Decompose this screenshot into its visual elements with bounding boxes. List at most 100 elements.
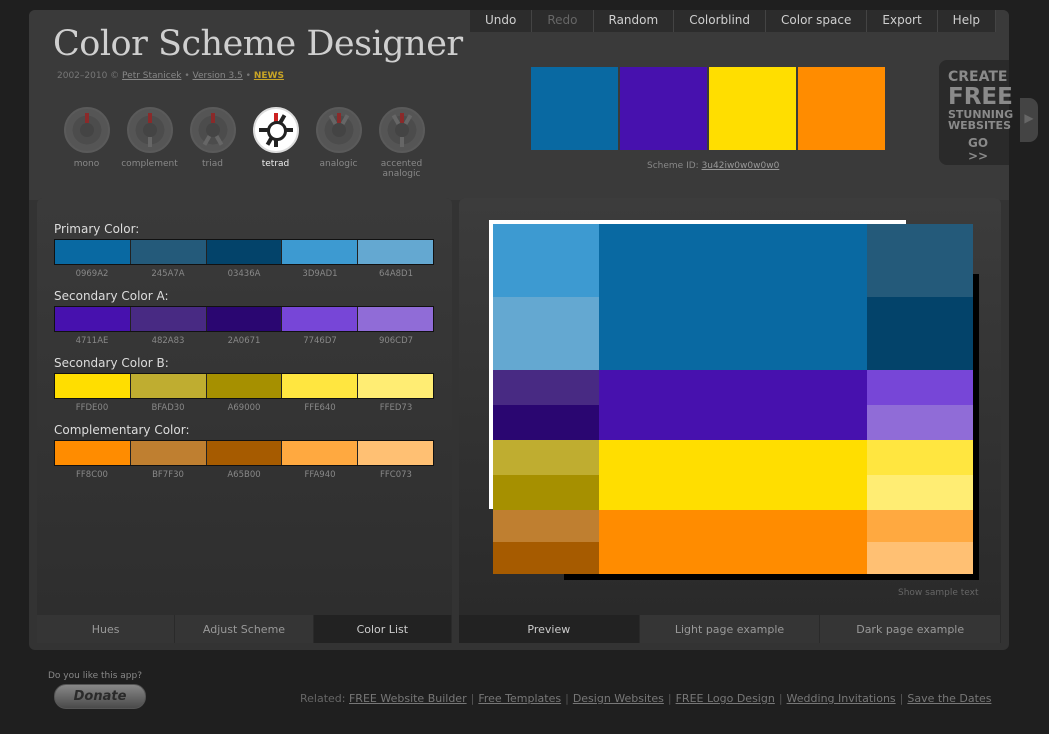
color-hex-code: FFA940 (304, 470, 336, 480)
menu-export[interactable]: Export (867, 10, 938, 32)
scheme-type-mono[interactable]: mono (55, 107, 118, 179)
preview-color-block (867, 224, 973, 297)
scheme-type-label: accented analogic (380, 159, 423, 179)
color-swatch-row (54, 440, 434, 466)
color-swatch[interactable] (358, 441, 433, 465)
preview-panel: Show sample text Preview Light page exam… (459, 198, 1002, 643)
color-list: Primary Color: 0969A2 245A7A 03436A 3D9AD1 64… (37, 198, 452, 615)
color-swatch[interactable] (55, 307, 131, 331)
scheme-type-label: complement (121, 159, 178, 169)
color-swatch[interactable] (130, 374, 207, 398)
color-swatch[interactable] (55, 240, 131, 264)
header-area: Color Scheme Designer 2002–2010 © Petr S… (29, 10, 1038, 200)
menu-random[interactable]: Random (594, 10, 675, 32)
scheme-type-complement[interactable]: complement (118, 107, 181, 179)
color-swatch[interactable] (206, 441, 283, 465)
credits-line: 2002–2010 © Petr Stanicek • Version 3.5 … (57, 71, 284, 81)
link-separator: | (565, 692, 569, 705)
preview-color-block (867, 297, 973, 370)
scheme-type-tetrad[interactable]: tetrad (244, 107, 307, 179)
color-swatch[interactable] (358, 240, 433, 264)
color-group: Secondary Color A: 4711AE 482A83 2A0671 7746… (54, 289, 434, 346)
donate-question: Do you like this app? (48, 671, 142, 681)
related-link[interactable]: FREE Website Builder (349, 692, 467, 705)
scheme-swatch[interactable] (798, 67, 885, 150)
color-hex-code: FF8C00 (76, 470, 108, 480)
scheme-type-selector: mono complement triad tetrad analogic accente… (55, 107, 433, 179)
show-sample-text-link[interactable]: Show sample text (898, 588, 979, 598)
color-hex-code: A69000 (227, 403, 261, 413)
color-hex-code: 482A83 (151, 336, 185, 346)
credits-bullet-2: • (245, 71, 251, 81)
color-swatch[interactable] (55, 441, 131, 465)
ad-line-1: CREATE (948, 69, 1008, 85)
color-hex-code: FFE640 (304, 403, 336, 413)
color-swatch[interactable] (282, 240, 359, 264)
preview-color-block (599, 370, 867, 440)
color-wheel-icon (189, 107, 236, 153)
ad-cta[interactable]: GO >> (948, 137, 1009, 162)
related-link[interactable]: Save the Dates (907, 692, 991, 705)
menu-undo[interactable]: Undo (470, 10, 533, 32)
version-link[interactable]: Version 3.5 (193, 71, 243, 81)
scheme-type-analogic[interactable]: analogic (307, 107, 370, 179)
color-group-title: Primary Color: (54, 222, 140, 236)
ad-banner[interactable]: CREATE FREE STUNNING WEBSITES GO >> (939, 60, 1013, 165)
tab-light-page-example[interactable]: Light page example (639, 615, 821, 643)
color-swatch[interactable] (282, 307, 359, 331)
color-wheel-icon (252, 107, 299, 153)
color-swatch[interactable] (282, 441, 359, 465)
scheme-swatch[interactable] (620, 67, 707, 150)
scheme-type-triad[interactable]: triad (181, 107, 244, 179)
related-link[interactable]: Design Websites (573, 692, 664, 705)
color-swatch[interactable] (206, 374, 283, 398)
color-swatch[interactable] (130, 307, 207, 331)
right-tabs: Preview Light page example Dark page exa… (459, 615, 1002, 643)
related-link[interactable]: Wedding Invitations (787, 692, 896, 705)
scheme-id-link[interactable]: 3u42iw0w0w0w0 (702, 161, 780, 171)
color-swatch[interactable] (358, 307, 433, 331)
preview-mosaic (493, 224, 973, 574)
app-title: Color Scheme Designer (53, 24, 463, 64)
color-swatch[interactable] (206, 307, 283, 331)
color-swatch[interactable] (358, 374, 433, 398)
color-swatch[interactable] (55, 374, 131, 398)
preview-color-block (493, 405, 599, 440)
color-hex-code: 64A8D1 (379, 269, 413, 279)
scheme-type-accented-analogic[interactable]: accented analogic (370, 107, 433, 179)
menu-colorblind[interactable]: Colorblind (674, 10, 767, 32)
scheme-swatch[interactable] (709, 67, 796, 150)
color-group: Primary Color: 0969A2 245A7A 03436A 3D9AD1 64… (54, 222, 434, 279)
related-label: Related: (300, 692, 346, 705)
color-swatch[interactable] (130, 240, 207, 264)
related-link[interactable]: Free Templates (478, 692, 561, 705)
preview-color-block (867, 370, 973, 405)
color-swatch-row (54, 239, 434, 265)
color-swatch[interactable] (130, 441, 207, 465)
tab-preview[interactable]: Preview (459, 615, 640, 643)
author-link[interactable]: Petr Stanicek (122, 71, 181, 81)
color-group: Secondary Color B: FFDE00 BFAD30 A69000 FFE6… (54, 356, 434, 413)
chevron-right-icon[interactable]: ▶ (1020, 98, 1038, 142)
tab-dark-page-example[interactable]: Dark page example (820, 615, 1002, 643)
tab-adjust-scheme[interactable]: Adjust Scheme (175, 615, 314, 643)
news-link[interactable]: NEWS (254, 71, 284, 81)
menu-redo[interactable]: Redo (532, 10, 594, 32)
color-swatch[interactable] (206, 240, 283, 264)
scheme-swatch[interactable] (531, 67, 618, 150)
tab-color-list[interactable]: Color List (313, 615, 452, 643)
tab-hues[interactable]: Hues (37, 615, 176, 643)
color-hex-code: FFDE00 (75, 403, 109, 413)
preview-color-block (493, 542, 599, 574)
preview-color-block (493, 440, 599, 475)
color-hex-code: FFC073 (380, 470, 412, 480)
scheme-type-label: tetrad (261, 159, 290, 169)
color-swatch[interactable] (282, 374, 359, 398)
donate-button[interactable]: Donate (54, 684, 146, 709)
color-hex-code: 906CD7 (378, 336, 414, 346)
preview-area: Show sample text (459, 198, 1001, 615)
menu-help[interactable]: Help (938, 10, 997, 32)
color-list-panel: Primary Color: 0969A2 245A7A 03436A 3D9AD1 64… (37, 198, 452, 643)
related-link[interactable]: FREE Logo Design (676, 692, 775, 705)
menu-color-space[interactable]: Color space (766, 10, 868, 32)
